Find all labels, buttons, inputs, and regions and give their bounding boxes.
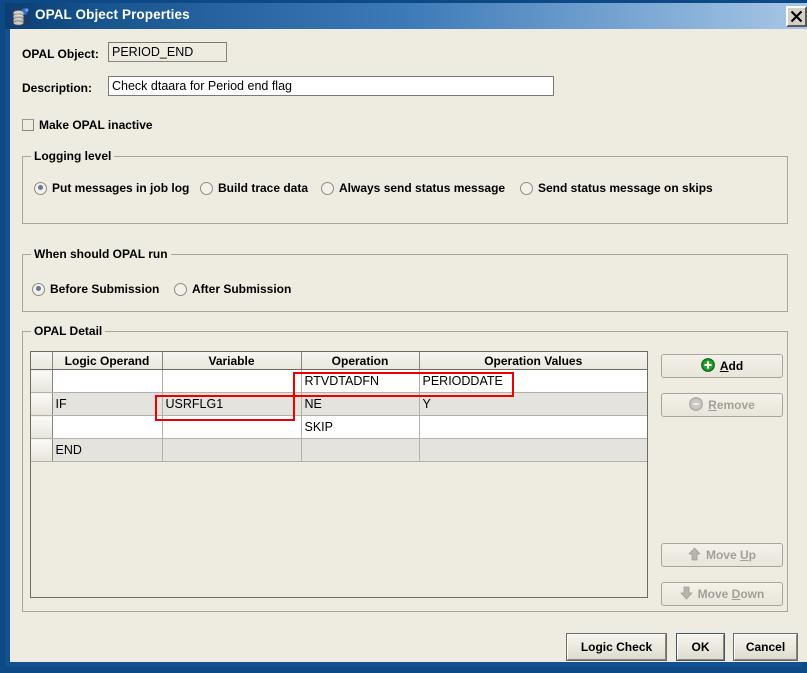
add-button[interactable]: Add: [661, 354, 783, 378]
move-up-button: Move Up: [661, 543, 783, 567]
radio-label: Always send status message: [339, 181, 506, 195]
minus-circle-icon: [689, 396, 704, 414]
when-run-title: When should OPAL run: [31, 247, 171, 261]
radio-label: Before Submission: [50, 282, 160, 296]
cell-variable[interactable]: [162, 369, 302, 393]
move-down-button-label: Move Down: [697, 587, 765, 601]
ok-button-label: OK: [691, 640, 710, 654]
row-handle[interactable]: [31, 369, 53, 393]
column-header-variable[interactable]: Variable: [162, 352, 302, 370]
cell-operation[interactable]: [301, 438, 420, 462]
cell-variable[interactable]: [162, 438, 302, 462]
make-opal-inactive-checkbox[interactable]: Make OPAL inactive: [22, 118, 153, 132]
radio-after-submission[interactable]: After Submission: [174, 282, 291, 296]
arrow-down-icon: [680, 586, 693, 603]
cell-operation-values[interactable]: [419, 415, 647, 439]
cell-logic-operand[interactable]: IF: [52, 392, 163, 416]
plus-circle-icon: [700, 357, 715, 375]
cell-logic-operand[interactable]: [52, 369, 163, 393]
dialog-body: OPAL Object: Description: Make OPAL inac…: [10, 29, 807, 662]
description-input[interactable]: [108, 76, 554, 96]
cell-variable[interactable]: [162, 415, 302, 439]
checkbox-box-icon: [22, 119, 34, 131]
cell-operation-values[interactable]: PERIODDATE: [419, 369, 647, 393]
radio-selected-icon: [32, 282, 45, 296]
opal-object-input[interactable]: [108, 42, 227, 62]
radio-always-send-status-message[interactable]: Always send status message: [321, 181, 505, 195]
table-row[interactable]: RTVDTADFN PERIODDATE: [31, 369, 647, 393]
cell-operation-values[interactable]: [419, 438, 647, 462]
radio-unselected-icon: [174, 282, 187, 296]
remove-button: Remove: [661, 393, 783, 417]
radio-label: Build trace data: [218, 181, 309, 195]
table-row[interactable]: END: [31, 438, 647, 462]
window-titlebar: OPAL Object Properties: [5, 0, 807, 29]
move-up-button-label: Move Up: [705, 548, 757, 562]
cell-operation[interactable]: RTVDTADFN: [301, 369, 420, 393]
radio-label: Put messages in job log: [52, 181, 190, 195]
row-handle[interactable]: [31, 415, 53, 439]
logic-check-button[interactable]: Logic Check: [567, 634, 666, 660]
table-row[interactable]: SKIP: [31, 415, 647, 439]
radio-label: After Submission: [192, 282, 292, 296]
radio-send-status-message-on-skips[interactable]: Send status message on skips: [520, 181, 713, 195]
opal-object-properties-window: OPAL Object Properties OPAL Object: Desc…: [0, 0, 807, 673]
cancel-button[interactable]: Cancel: [734, 634, 797, 660]
add-button-label: Add: [719, 359, 744, 373]
ok-button[interactable]: OK: [677, 634, 724, 660]
cell-operation[interactable]: SKIP: [301, 415, 420, 439]
radio-before-submission[interactable]: Before Submission: [32, 282, 159, 296]
column-header-rowselect[interactable]: [31, 352, 53, 370]
cell-operation-values[interactable]: Y: [419, 392, 647, 416]
make-opal-inactive-label: Make OPAL inactive: [39, 118, 153, 132]
table-row[interactable]: IF USRFLG1 NE Y: [31, 392, 647, 416]
logic-check-button-label: Logic Check: [580, 640, 653, 654]
radio-unselected-icon: [321, 181, 334, 195]
column-header-operation-values[interactable]: Operation Values: [419, 352, 647, 370]
column-header-operation[interactable]: Operation: [301, 352, 420, 370]
row-handle[interactable]: [31, 392, 53, 416]
remove-button-label: Remove: [708, 398, 755, 412]
cancel-button-label: Cancel: [745, 640, 786, 654]
opal-detail-grid: Logic Operand Variable Operation Operati…: [31, 352, 647, 462]
radio-selected-icon: [34, 181, 47, 195]
radio-unselected-icon: [520, 181, 533, 195]
radio-put-messages-in-job-log[interactable]: Put messages in job log: [34, 181, 189, 195]
close-icon[interactable]: [786, 6, 807, 27]
cell-operation[interactable]: NE: [301, 392, 420, 416]
radio-label: Send status message on skips: [538, 181, 713, 195]
opal-detail-table[interactable]: Logic Operand Variable Operation Operati…: [30, 351, 648, 598]
opal-object-label: OPAL Object:: [22, 47, 99, 61]
move-down-button: Move Down: [661, 582, 783, 606]
radio-build-trace-data[interactable]: Build trace data: [200, 181, 308, 195]
cell-logic-operand[interactable]: [52, 415, 163, 439]
row-handle[interactable]: [31, 438, 53, 462]
cell-variable[interactable]: USRFLG1: [162, 392, 302, 416]
opal-object-icon: [11, 7, 30, 26]
logging-level-title: Logging level: [31, 149, 115, 163]
arrow-up-icon: [688, 547, 701, 564]
cell-logic-operand[interactable]: END: [52, 438, 163, 462]
opal-detail-title: OPAL Detail: [31, 324, 106, 338]
description-label: Description:: [22, 81, 93, 95]
column-header-logic-operand[interactable]: Logic Operand: [52, 352, 163, 370]
table-header-row: Logic Operand Variable Operation Operati…: [31, 352, 647, 370]
radio-unselected-icon: [200, 181, 213, 195]
window-title: OPAL Object Properties: [35, 7, 190, 22]
